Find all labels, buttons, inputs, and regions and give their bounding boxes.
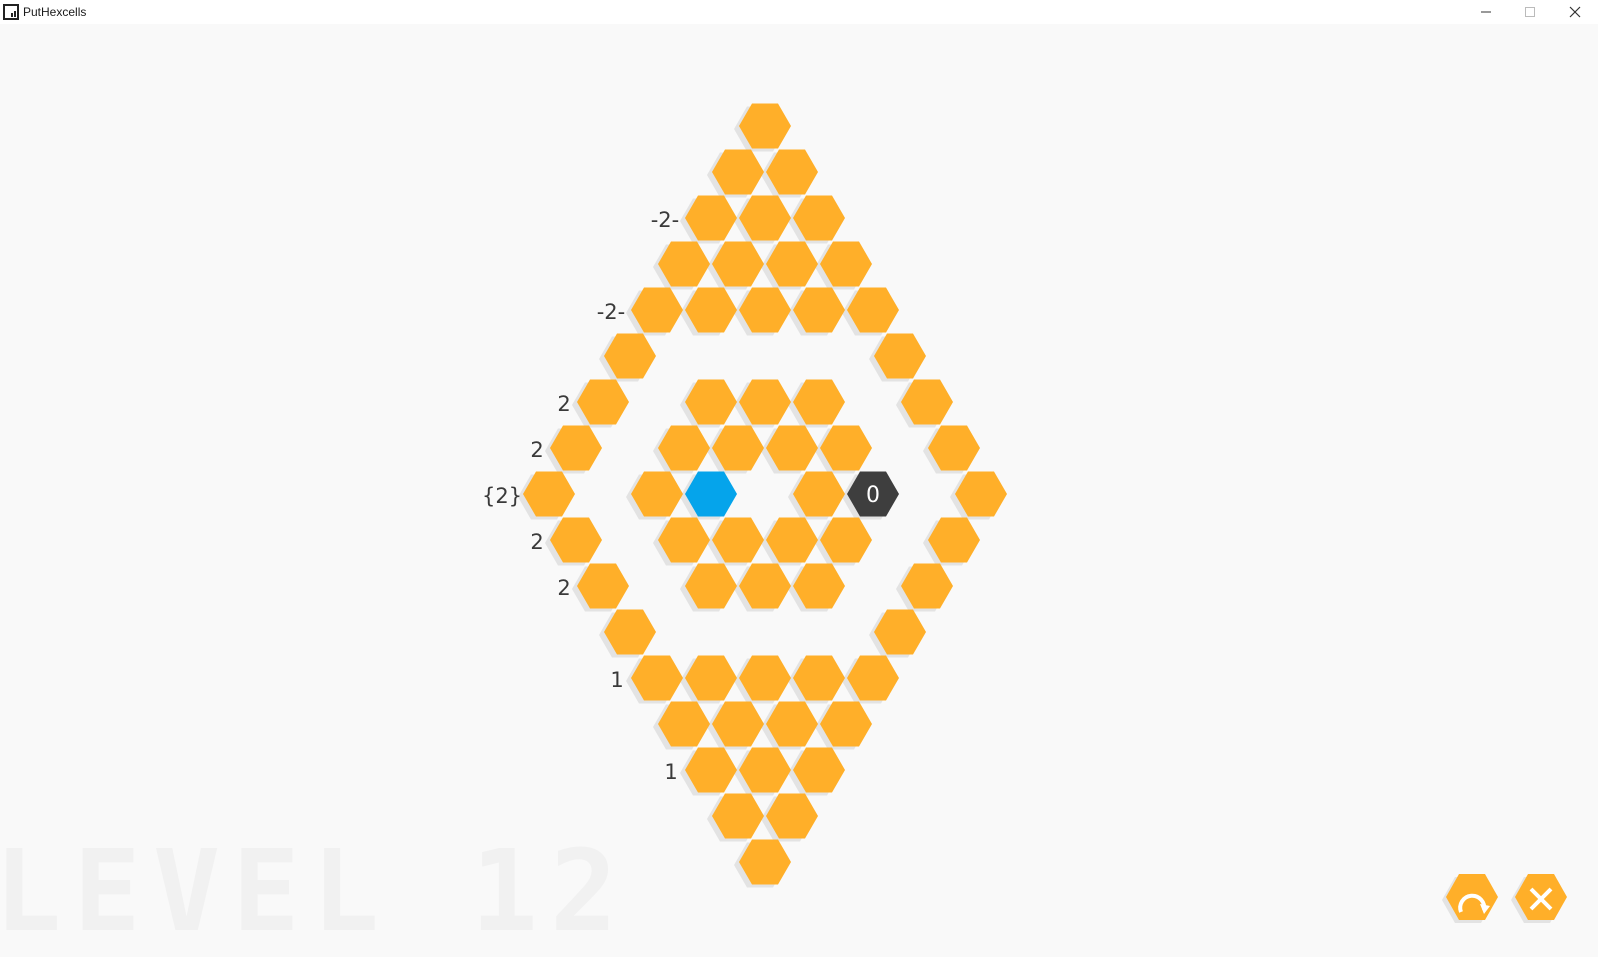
column-clue: 2 xyxy=(530,530,543,554)
column-clue: 2 xyxy=(530,438,543,462)
column-clue: 2 xyxy=(557,392,570,416)
minimize-button[interactable] xyxy=(1464,0,1508,24)
minimize-icon xyxy=(1481,11,1491,13)
column-clue: -2- xyxy=(597,300,626,324)
column-clue: 2 xyxy=(557,576,570,600)
maximize-icon xyxy=(1525,7,1535,17)
window-title: PutHexcells xyxy=(23,5,87,19)
restart-button[interactable] xyxy=(1435,870,1515,923)
maximize-button[interactable] xyxy=(1508,0,1552,24)
title-bar: PutHexcells xyxy=(0,0,1598,24)
exit-level-button[interactable] xyxy=(1505,870,1598,923)
column-clue: {2} xyxy=(482,484,522,508)
column-clue: 1 xyxy=(664,760,677,784)
cell-number: 0 xyxy=(866,483,880,508)
column-clue: -2- xyxy=(651,208,680,232)
close-window-button[interactable] xyxy=(1553,0,1597,24)
hex-board: 0 -2--2-22{2}2211 xyxy=(482,103,1007,888)
app-icon xyxy=(3,4,19,20)
column-clue: 1 xyxy=(610,668,623,692)
close-icon xyxy=(1569,6,1581,18)
